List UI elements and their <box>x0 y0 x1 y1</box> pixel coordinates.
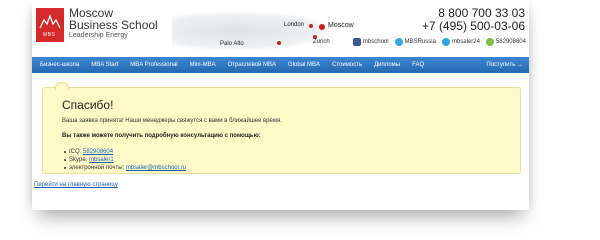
logo-mark: MBS <box>43 32 56 38</box>
email-label: электронной почты: <box>69 165 126 171</box>
thank-you-notice: Спасибо! Ваша заявка принята! Наши менед… <box>42 82 521 174</box>
contact-phones: 8 800 700 33 03 +7 (495) 500-03-06 <box>422 7 525 33</box>
list-item-email: электронной почты: mbsaler@mbschool.ru <box>64 164 186 172</box>
twitter-icon <box>394 38 403 46</box>
world-map: London Moscow Palo Alto Zurich <box>172 8 354 52</box>
logo[interactable]: MBS <box>36 8 64 42</box>
social-skype[interactable]: mbsaler24 <box>441 38 480 46</box>
notice-confirmation-text: Ваша заявка принята! Наши менеджеры свяж… <box>62 118 282 124</box>
logo-tagline: Leadership Energy <box>69 32 128 39</box>
skype-label: Skype: <box>69 157 90 163</box>
list-item-skype: Skype: mbsaler1 <box>64 156 186 164</box>
nav-item-global-mba[interactable]: Global MBA <box>282 62 326 68</box>
phone-moscow[interactable]: +7 (495) 500-03-06 <box>422 20 525 33</box>
email-link[interactable]: mbsaler@mbschool.ru <box>126 165 186 171</box>
icq-icon <box>485 38 494 46</box>
city-moscow: Moscow <box>328 22 354 29</box>
notice-tab <box>55 82 69 90</box>
icq-label: ICQ: <box>69 149 84 155</box>
nav-item-mba-start[interactable]: MBA Start <box>85 62 124 68</box>
social-skype-label: mbsaler24 <box>451 39 480 45</box>
enroll-button[interactable]: Поступить → <box>480 62 529 68</box>
notice-consult-text: Вы также можете получить подробную консу… <box>62 133 261 139</box>
nav-item-business-school[interactable]: Бизнес-школа <box>32 62 85 68</box>
city-zurich: Zurich <box>313 39 330 45</box>
notice-title: Спасибо! <box>62 98 114 112</box>
icq-link[interactable]: 582908604 <box>83 149 113 155</box>
facebook-icon <box>352 38 361 46</box>
city-palo-alto: Palo Alto <box>220 41 244 47</box>
social-facebook[interactable]: mbschool <box>352 38 389 46</box>
nav-item-diplomas[interactable]: Дипломы <box>368 62 406 68</box>
nav-item-industry-mba[interactable]: Отраслевой MBA <box>222 62 282 68</box>
social-twitter[interactable]: MBSRussia <box>394 38 436 46</box>
nav-item-cost[interactable]: Стоимость <box>326 62 368 68</box>
page: MBS Moscow Business School Leadership En… <box>0 0 600 240</box>
contact-options-list: ICQ: 582908604 Skype: mbsaler1 электронн… <box>64 148 186 172</box>
moscow-dot <box>319 24 325 30</box>
site-header: MBS Moscow Business School Leadership En… <box>32 0 529 57</box>
nav-item-faq[interactable]: FAQ <box>406 62 430 68</box>
skype-icon <box>441 38 450 46</box>
city-london: London <box>284 22 305 28</box>
logo-line-2: Business School <box>69 18 158 32</box>
back-to-home-link[interactable]: Перейти на главную страницу <box>34 182 118 188</box>
nav-item-mba-professional[interactable]: MBA Professional <box>124 62 183 68</box>
main-nav: Бизнес-школа MBA Start MBA Professional … <box>32 57 529 73</box>
skype-link[interactable]: mbsaler1 <box>89 157 114 163</box>
nav-item-mini-mba[interactable]: Mini-MBA <box>184 62 222 68</box>
logo-text[interactable]: Moscow Business School Leadership Energy <box>69 7 158 40</box>
social-icq[interactable]: 582908604 <box>485 38 526 46</box>
social-twitter-label: MBSRussia <box>404 39 436 45</box>
social-facebook-label: mbschool <box>362 39 389 45</box>
social-icq-label: 582908604 <box>495 39 526 45</box>
palo-alto-dot <box>277 41 281 45</box>
social-links: mbschool MBSRussia mbsaler24 582908604 <box>352 38 526 46</box>
site-frame: MBS Moscow Business School Leadership En… <box>32 0 529 210</box>
logo-emblem-icon <box>39 14 61 29</box>
london-dot <box>309 24 313 28</box>
map-background <box>172 12 332 50</box>
list-item-icq: ICQ: 582908604 <box>64 148 186 156</box>
